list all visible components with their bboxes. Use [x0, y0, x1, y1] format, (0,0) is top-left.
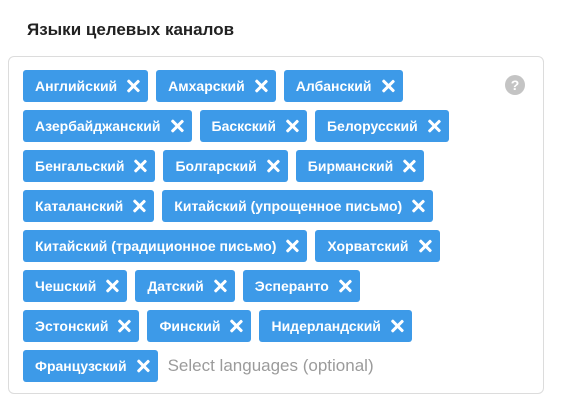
language-chip[interactable]: Белорусский	[314, 110, 449, 142]
language-chip-label: Французский	[35, 358, 127, 374]
language-chip[interactable]: Амхарский	[156, 70, 276, 102]
language-search-input[interactable]	[167, 356, 408, 376]
language-chip[interactable]: Баскский	[199, 110, 307, 142]
chip-row: Бенгальский Болгарский Бирманский	[23, 150, 457, 182]
chip-row: Китайский (традиционное письмо) Хорватски…	[23, 230, 457, 262]
language-chip-label: Финский	[159, 318, 221, 334]
language-chip-label: Эсперанто	[254, 278, 329, 294]
close-icon[interactable]	[170, 119, 184, 133]
close-icon[interactable]	[133, 159, 147, 173]
chip-row: Каталанский Китайский (упрощенное письмо)	[23, 190, 457, 222]
close-icon[interactable]	[254, 79, 268, 93]
language-chip-label: Нидерландский	[271, 318, 381, 334]
language-chip[interactable]: Каталанский	[23, 190, 155, 222]
language-chip-label: Азербайджанский	[35, 118, 161, 134]
chip-row: Французский	[23, 350, 457, 382]
language-chip[interactable]: Болгарский	[163, 150, 288, 182]
close-icon[interactable]	[229, 319, 243, 333]
language-chip-label: Китайский (упрощенное письмо)	[174, 198, 403, 214]
language-chip[interactable]: Французский	[23, 350, 158, 382]
language-chip[interactable]: Китайский (упрощенное письмо)	[162, 190, 434, 222]
language-chip[interactable]: Английский	[23, 70, 149, 102]
chip-row: Эстонский Финский Нидерландский	[23, 310, 457, 342]
language-chip-label: Баскский	[211, 118, 276, 134]
language-chip-label: Английский	[35, 78, 118, 94]
close-icon[interactable]	[427, 119, 441, 133]
language-chip[interactable]: Финский	[147, 310, 252, 342]
language-chip-label: Хорватский	[327, 238, 409, 254]
selected-languages: Английский Амхарский Албанский Азербайджанс…	[23, 70, 457, 390]
language-chip[interactable]: Датский	[135, 270, 235, 302]
language-chip-label: Каталанский	[35, 198, 124, 214]
language-chip-label: Белорусский	[326, 118, 418, 134]
language-chip[interactable]: Бенгальский	[23, 150, 156, 182]
language-chip[interactable]: Бирманский	[295, 150, 425, 182]
close-icon[interactable]	[390, 319, 404, 333]
close-icon[interactable]	[117, 319, 131, 333]
language-chip-label: Эстонский	[35, 318, 109, 334]
language-chip[interactable]: Чешский	[23, 270, 128, 302]
language-chip[interactable]: Азербайджанский	[23, 110, 192, 142]
close-icon[interactable]	[285, 239, 299, 253]
language-chip-label: Датский	[147, 278, 204, 294]
close-icon[interactable]	[418, 239, 432, 253]
close-icon[interactable]	[136, 359, 150, 373]
language-chip[interactable]: Эстонский	[23, 310, 140, 342]
language-chip[interactable]: Албанский	[283, 70, 403, 102]
close-icon[interactable]	[411, 199, 425, 213]
language-chip-label: Китайский (традиционное письмо)	[35, 238, 277, 254]
language-chip-label: Бирманский	[307, 158, 394, 174]
chip-row: Чешский Датский Эсперанто	[23, 270, 457, 302]
close-icon[interactable]	[402, 159, 416, 173]
language-chip-label: Болгарский	[175, 158, 257, 174]
close-icon[interactable]	[285, 119, 299, 133]
language-chip[interactable]: Нидерландский	[259, 310, 412, 342]
close-icon[interactable]	[213, 279, 227, 293]
help-icon[interactable]: ?	[505, 75, 525, 95]
close-icon[interactable]	[338, 279, 352, 293]
language-chip-label: Бенгальский	[35, 158, 125, 174]
close-icon[interactable]	[381, 79, 395, 93]
language-chip-label: Албанский	[295, 78, 372, 94]
close-icon[interactable]	[132, 199, 146, 213]
language-chip[interactable]: Хорватский	[315, 230, 440, 262]
close-icon[interactable]	[126, 79, 140, 93]
language-chip[interactable]: Эсперанто	[242, 270, 360, 302]
language-chip[interactable]: Китайский (традиционное письмо)	[23, 230, 308, 262]
chip-row: Азербайджанский Баскский Белорусский	[23, 110, 457, 142]
section-title: Языки целевых каналов	[27, 20, 235, 39]
close-icon[interactable]	[105, 279, 119, 293]
language-chip-label: Амхарский	[168, 78, 245, 94]
chip-row: Английский Амхарский Албанский	[23, 70, 457, 102]
language-chip-label: Чешский	[35, 278, 97, 294]
language-multiselect[interactable]: ? Английский Амхарский Албанский Азербайджа…	[8, 56, 544, 394]
close-icon[interactable]	[266, 159, 280, 173]
